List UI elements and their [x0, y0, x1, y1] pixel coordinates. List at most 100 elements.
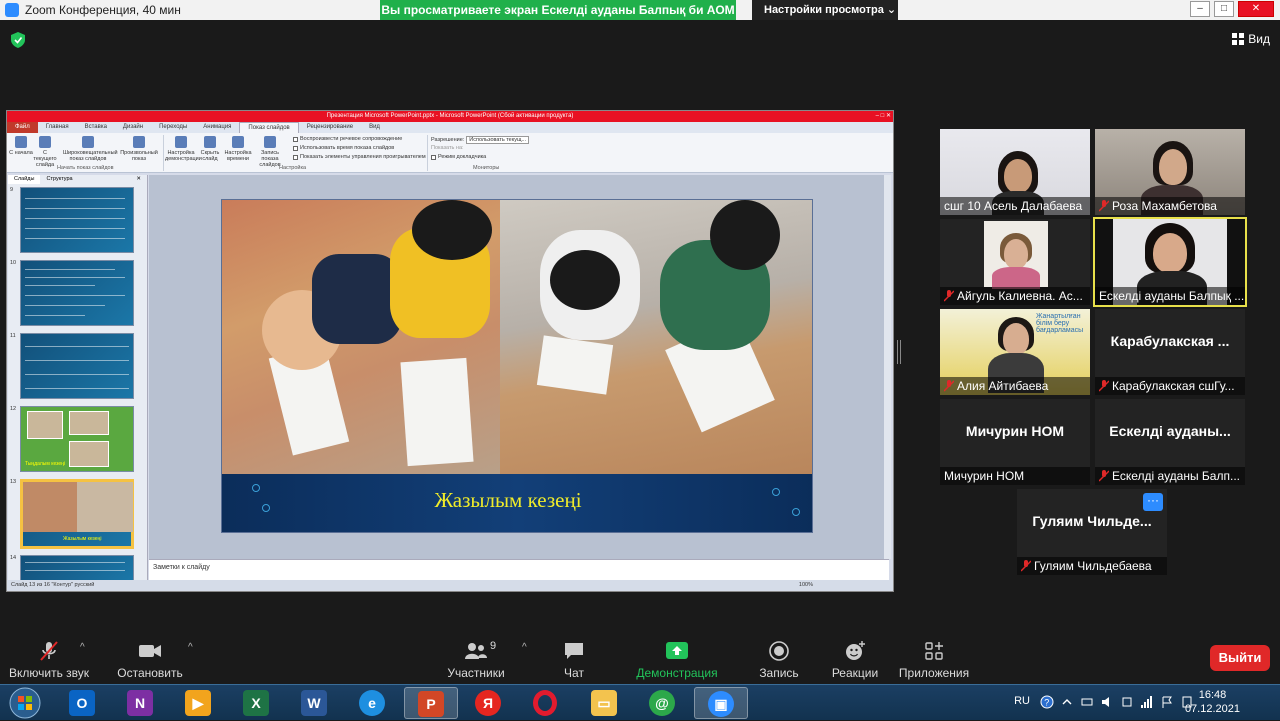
- ppt-tab-review: Рецензирование: [306, 124, 354, 130]
- ppt-thumb-11: [20, 333, 134, 399]
- reactions-button[interactable]: Реакции: [830, 640, 880, 680]
- leave-meeting-button[interactable]: Выйти: [1210, 645, 1270, 671]
- participant-tile[interactable]: Карабулакская ... Карабулакская сшГу...: [1095, 309, 1245, 395]
- powerpoint-icon: P: [418, 691, 444, 717]
- taskbar-powerpoint[interactable]: P: [404, 687, 458, 719]
- ppt-thumb-10: [20, 260, 134, 326]
- ppt-check-label: Показать элементы управления проигрывате…: [300, 154, 426, 160]
- share-banner: Вы просматриваете экран Ескелді ауданы Б…: [380, 0, 736, 20]
- splitter-handle[interactable]: [897, 340, 901, 364]
- flag-icon[interactable]: [1160, 695, 1174, 709]
- participant-name: Гуляим Чильдебаева: [1017, 557, 1167, 575]
- view-button[interactable]: Вид: [1232, 32, 1270, 46]
- ppt-tab-slides: Слайды: [8, 175, 41, 184]
- participant-tile[interactable]: сшг 10 Асель Далабаева: [940, 129, 1090, 215]
- taskbar-opera[interactable]: [520, 687, 574, 719]
- language-indicator[interactable]: RU: [1014, 695, 1030, 707]
- folder-icon: ▭: [591, 690, 617, 716]
- unmute-button[interactable]: Включить звук ^: [8, 640, 90, 680]
- close-icon[interactable]: ✕: [1238, 1, 1274, 17]
- yandex-icon: Я: [475, 690, 501, 716]
- participant-tile[interactable]: Ескелді ауданы... Ескелді ауданы Балп...: [1095, 399, 1245, 485]
- taskbar-mail-agent[interactable]: @: [636, 687, 690, 719]
- ppt-check-narration: Воспроизвести речевое сопровождение: [293, 136, 402, 142]
- clock-time: 16:48: [1198, 689, 1227, 701]
- participant-name: Карабулакская сшГу...: [1095, 377, 1245, 395]
- taskbar-media-player[interactable]: ▶: [172, 687, 226, 719]
- zoom-icon: ▣: [708, 691, 734, 717]
- zoom-logo-icon: [5, 3, 19, 17]
- maximize-icon[interactable]: □: [1214, 1, 1234, 17]
- ppt-thumb-number: 13: [10, 479, 17, 485]
- record-icon: [769, 641, 789, 661]
- ppt-thumb-caption: Жазылым кезеңі: [63, 536, 102, 542]
- ppt-group-start: Начать показ слайдов: [57, 165, 114, 171]
- participants-button[interactable]: 9 Участники ^: [446, 640, 526, 680]
- windows-start-icon[interactable]: [6, 686, 44, 720]
- participant-tile[interactable]: Жанартылған білім беру бағдарламасы Алия…: [940, 309, 1090, 395]
- clock[interactable]: 16:48 07.12.2021: [1185, 688, 1240, 716]
- ppt-presenter-view-label: Режим докладчика: [438, 154, 487, 160]
- minimize-icon[interactable]: –: [1190, 1, 1210, 17]
- chevron-up-icon[interactable]: [1060, 695, 1074, 709]
- participant-name: Мичурин НОМ: [940, 467, 1090, 485]
- ppt-show-on: Показать на:: [431, 145, 464, 151]
- ppt-thumb-number: 12: [10, 406, 17, 412]
- slides-icon: [133, 136, 145, 148]
- broadcast-icon: [82, 136, 94, 148]
- device-icon[interactable]: [1120, 695, 1134, 709]
- apps-button[interactable]: Приложения: [898, 640, 970, 680]
- network-icon[interactable]: [1080, 695, 1094, 709]
- ppt-group-monitors: Мониторы: [473, 165, 500, 171]
- ppt-tab-design: Дизайн: [122, 124, 144, 130]
- ppt-presenter-view: Режим докладчика: [431, 154, 486, 160]
- record-icon: [264, 136, 276, 148]
- taskbar-word[interactable]: W: [288, 687, 342, 719]
- ppt-check-label: Использовать время показа слайдов: [300, 145, 395, 151]
- taskbar-yandex[interactable]: Я: [462, 687, 516, 719]
- mic-muted-icon: [944, 380, 954, 392]
- ppt-btn-broadcast: Широковещательный показ слайдов: [63, 136, 118, 162]
- chevron-up-icon[interactable]: ^: [522, 642, 527, 653]
- ppt-tab-file: Файл: [7, 122, 38, 133]
- help-icon[interactable]: ?: [1040, 695, 1054, 709]
- more-options-icon[interactable]: ···: [1143, 493, 1163, 511]
- ppt-zoom-level: 100%: [798, 582, 813, 588]
- participant-tile-active-speaker[interactable]: Ескелді ауданы Балпық ...: [1093, 217, 1247, 307]
- ppt-check-media-controls: Показать элементы управления проигрывате…: [293, 154, 426, 160]
- at-sign-icon: @: [649, 690, 675, 716]
- participant-tile[interactable]: Мичурин НОМ Мичурин НОМ: [940, 399, 1090, 485]
- participant-tile[interactable]: Айгуль Калиевна. Ас...: [940, 219, 1090, 305]
- slide-photo-left: [222, 200, 500, 474]
- ppt-btn-hide-slide: Скрыть слайд: [197, 136, 223, 162]
- record-button[interactable]: Запись: [756, 640, 802, 680]
- chevron-up-icon[interactable]: ^: [188, 642, 193, 653]
- participant-name: Ескелді ауданы Балпық ...: [1095, 287, 1245, 305]
- participant-display-name: Ескелді ауданы...: [1109, 423, 1231, 439]
- speaker-icon[interactable]: [1100, 695, 1114, 709]
- ppt-thumb-14: [20, 555, 134, 581]
- signal-icon[interactable]: [1140, 695, 1154, 709]
- taskbar-onenote[interactable]: N: [114, 687, 168, 719]
- chevron-up-icon[interactable]: ^: [80, 642, 85, 653]
- mic-muted-icon: [1099, 380, 1109, 392]
- participant-display-name: Мичурин НОМ: [965, 423, 1065, 439]
- svg-text:?: ?: [1044, 698, 1049, 708]
- participants-count: 9: [490, 640, 497, 652]
- video-camera-icon: [139, 645, 161, 657]
- taskbar-zoom[interactable]: ▣: [694, 687, 748, 719]
- chat-button[interactable]: Чат: [554, 640, 594, 680]
- ppt-thumb-9: [20, 187, 134, 253]
- ppt-btn-label: Запись показа слайдов: [259, 150, 281, 168]
- participant-tile[interactable]: ··· Гуляим Чильде... Гуляим Чильдебаева: [1017, 489, 1167, 575]
- view-settings-button[interactable]: Настройки просмотра ⌄: [752, 0, 898, 20]
- taskbar-excel[interactable]: X: [230, 687, 284, 719]
- shield-icon[interactable]: [11, 32, 25, 48]
- smiley-icon: [846, 641, 865, 660]
- participant-tile[interactable]: Роза Махамбетова: [1095, 129, 1245, 215]
- taskbar-file-explorer[interactable]: ▭: [578, 687, 632, 719]
- taskbar-outlook[interactable]: O: [56, 687, 110, 719]
- ppt-title-bar: Презентация Microsoft PowerPoint.pptx - …: [7, 111, 893, 122]
- ppt-thumb-caption: Тыңдалым кезеңі: [25, 461, 66, 467]
- taskbar-internet-explorer[interactable]: e: [346, 687, 400, 719]
